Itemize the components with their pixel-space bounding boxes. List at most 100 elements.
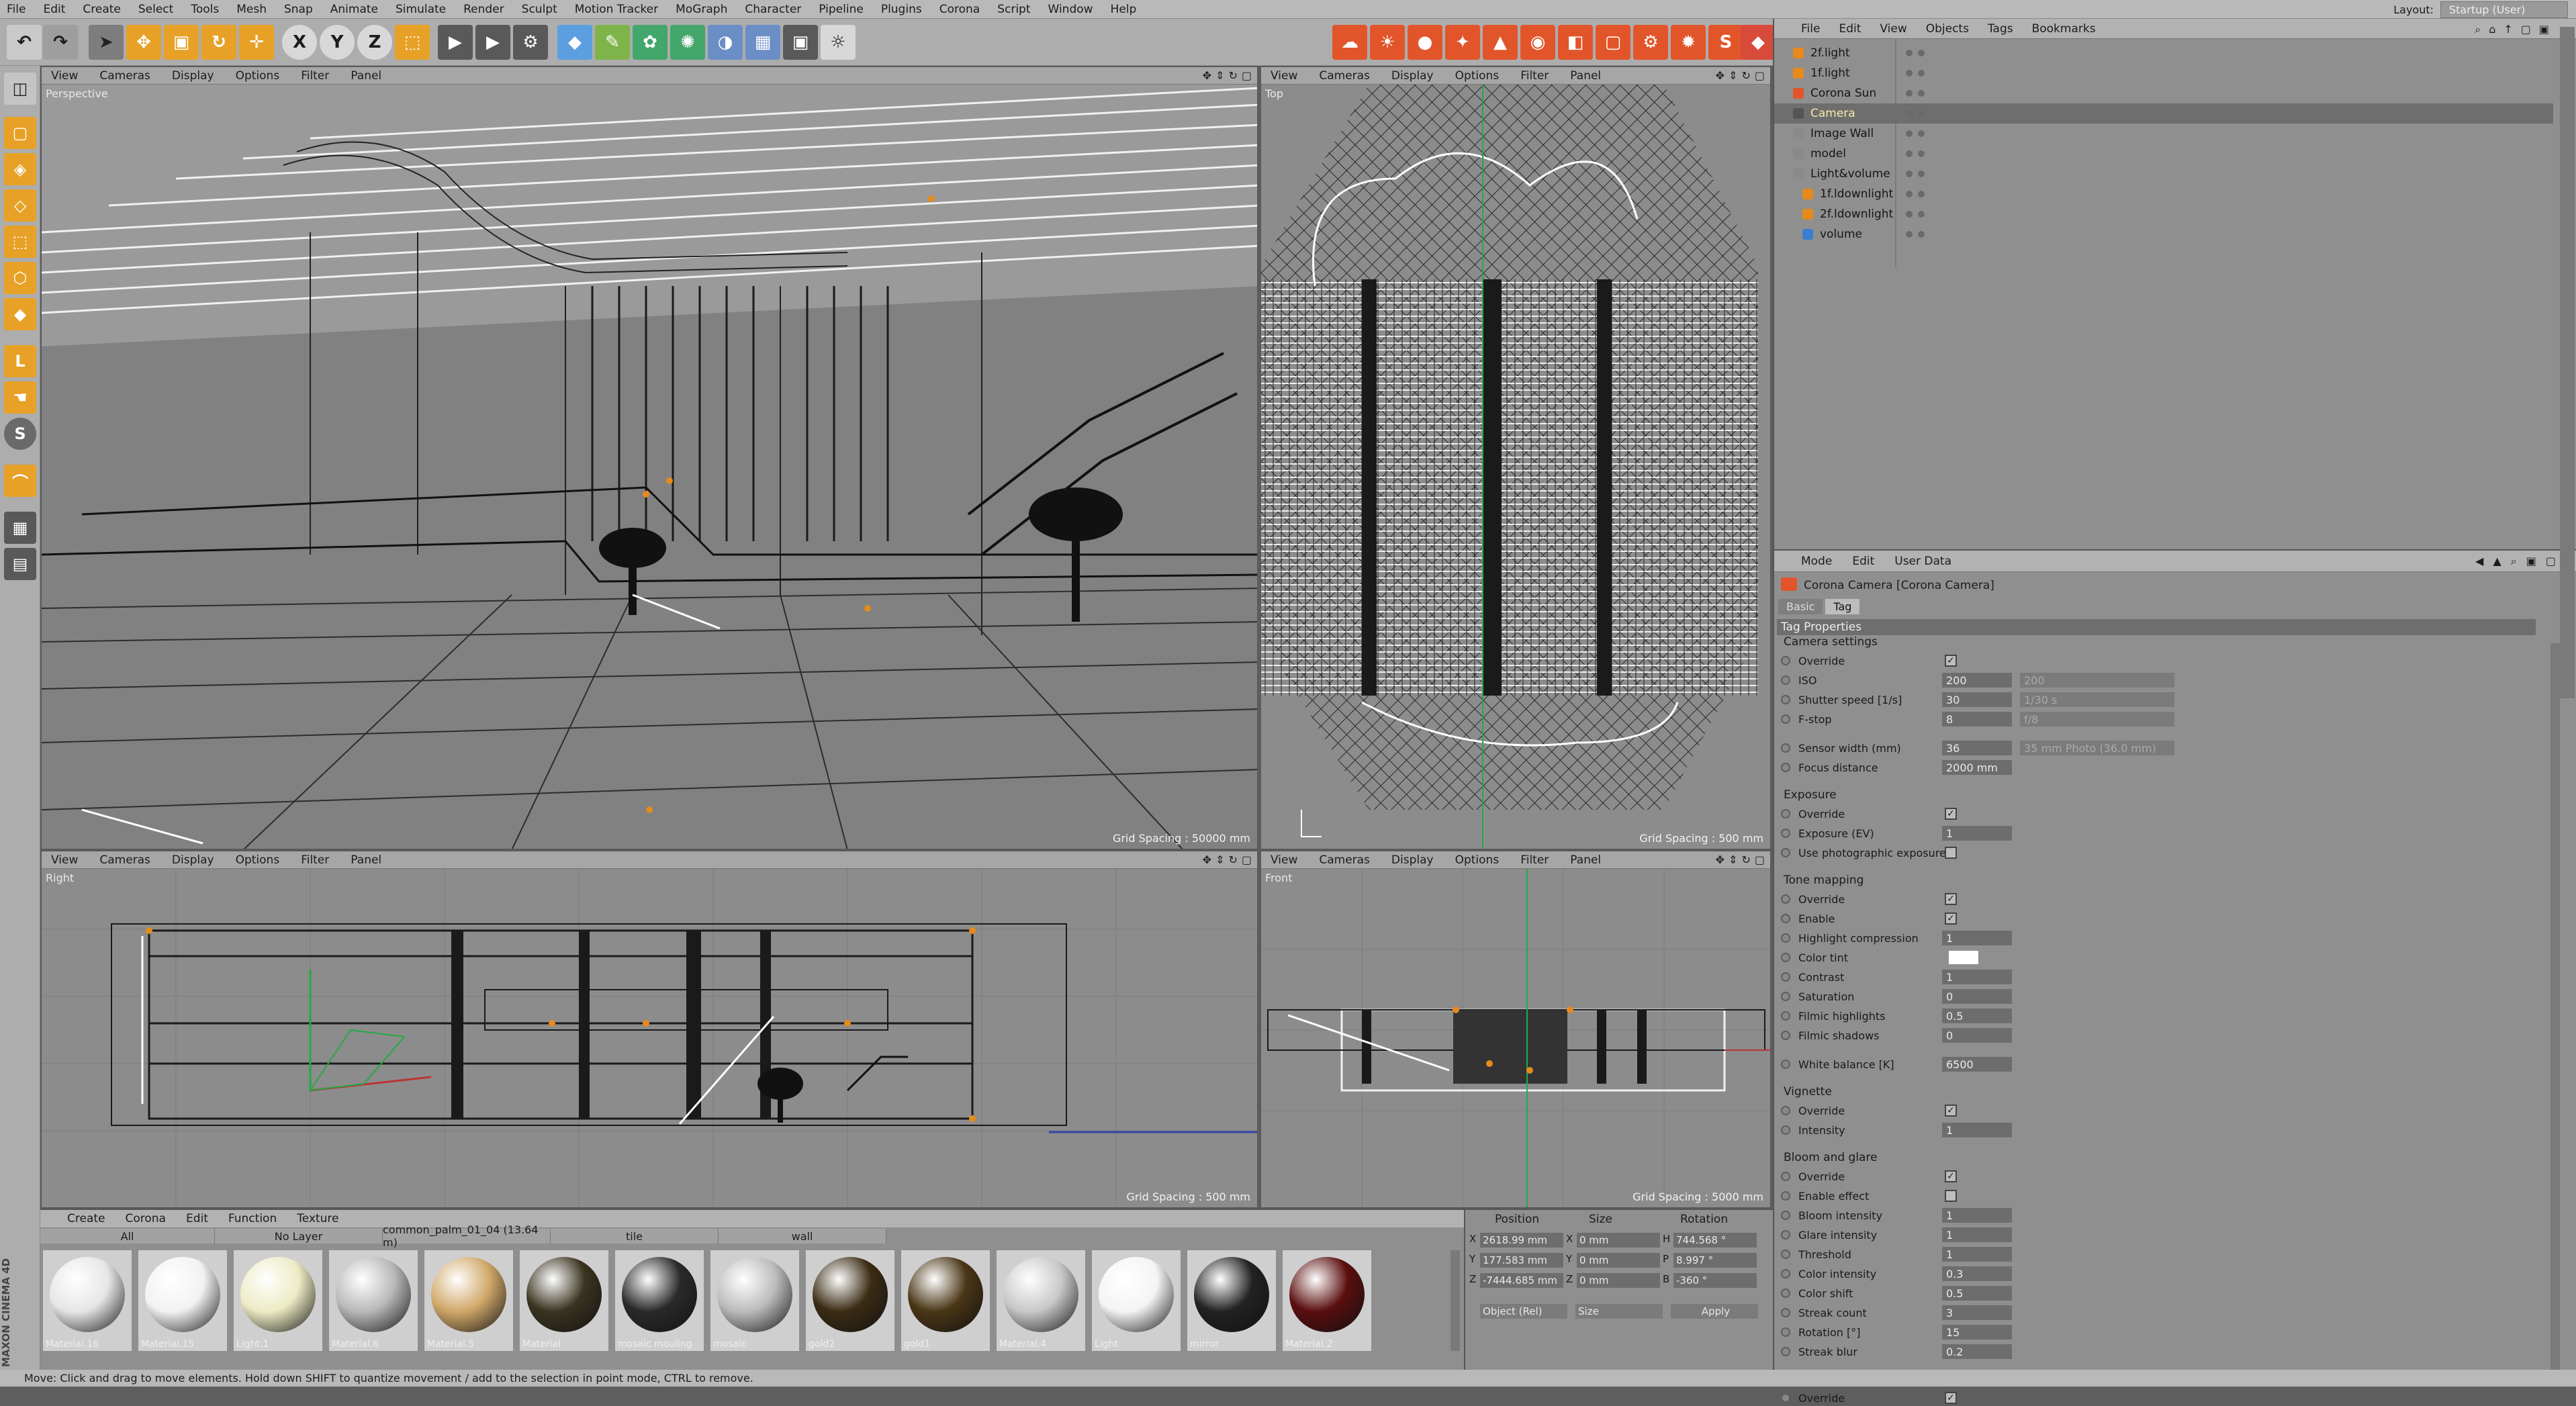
menu-render[interactable]: Render xyxy=(463,3,504,16)
up-icon[interactable]: ▲ xyxy=(2493,555,2501,568)
property-value-field[interactable]: 15 xyxy=(1942,1325,2012,1340)
viewport-menu-cameras[interactable]: Cameras xyxy=(1319,69,1370,83)
pan-icon[interactable]: ✥ xyxy=(1716,69,1724,82)
property-value-field[interactable]: 0.5 xyxy=(1942,1286,2012,1301)
texture-mode-icon[interactable]: ◈ xyxy=(4,153,36,185)
property-dropdown[interactable]: 35 mm Photo (36.0 mm) xyxy=(2020,741,2174,755)
corona-exit-icon[interactable]: ◆ xyxy=(1741,25,1776,60)
material-thumbnail[interactable]: gold2 xyxy=(806,1250,894,1351)
material-thumbnail[interactable]: Light.1 xyxy=(234,1250,322,1351)
corona-s-icon[interactable]: S xyxy=(1708,25,1743,60)
size-mode-dropdown[interactable]: Size xyxy=(1575,1304,1663,1319)
render-dot[interactable] xyxy=(1918,150,1925,157)
property-dropdown[interactable]: f/8 xyxy=(2020,712,2174,727)
animate-radio-icon[interactable] xyxy=(1781,675,1790,685)
viewport-nav[interactable]: ✥ ⇕ ↻ ▢ xyxy=(1716,853,1765,866)
viewport-menu-display[interactable]: Display xyxy=(1391,853,1434,867)
undo-icon[interactable]: ↶ xyxy=(7,25,42,60)
material-name[interactable]: Material.15 xyxy=(141,1339,227,1350)
property-dropdown[interactable]: 200 xyxy=(2020,673,2174,688)
dolly-icon[interactable]: ⇕ xyxy=(1215,853,1224,866)
am-menu-mode[interactable]: Mode xyxy=(1801,555,1832,568)
size-field[interactable]: 0 mm xyxy=(1577,1253,1660,1268)
material-thumbnail[interactable]: Material.5 xyxy=(424,1250,513,1351)
property-value-field[interactable]: 0.2 xyxy=(1942,1344,2012,1359)
dolly-icon[interactable]: ⇕ xyxy=(1215,69,1224,82)
animate-radio-icon[interactable] xyxy=(1781,829,1790,838)
camera-icon[interactable]: ▣ xyxy=(783,25,818,60)
object-row[interactable]: Corona Sun xyxy=(1774,83,2553,103)
animate-radio-icon[interactable] xyxy=(1781,1308,1790,1317)
pen-icon[interactable]: ✎ xyxy=(595,25,630,60)
mm-menu-texture[interactable]: Texture xyxy=(297,1212,338,1225)
animate-radio-icon[interactable] xyxy=(1781,1191,1790,1201)
om-menu-bookmarks[interactable]: Bookmarks xyxy=(2032,22,2096,36)
maximize-icon[interactable]: ▢ xyxy=(1755,853,1765,866)
menu-sculpt[interactable]: Sculpt xyxy=(522,3,557,16)
corona-sun-icon[interactable]: ☀ xyxy=(1370,25,1405,60)
filter-no-layer[interactable]: No Layer xyxy=(215,1229,383,1244)
menu-tools[interactable]: Tools xyxy=(191,3,219,16)
property-value-field[interactable]: 1 xyxy=(1942,970,2012,984)
viewport-menu-display[interactable]: Display xyxy=(1391,69,1434,83)
rotation-field[interactable]: 8.997 ° xyxy=(1673,1253,1757,1268)
material-thumbnail[interactable]: Material.2 xyxy=(1283,1250,1371,1351)
mm-menu-create[interactable]: Create xyxy=(67,1212,105,1225)
property-value-field[interactable]: 0 xyxy=(1942,1028,2012,1043)
size-field[interactable]: 0 mm xyxy=(1577,1273,1660,1288)
om-menu-objects[interactable]: Objects xyxy=(1926,22,1969,36)
front-viewport[interactable]: View Cameras Display Options Filter Pane… xyxy=(1260,850,1772,1209)
property-value-field[interactable]: 36 xyxy=(1942,741,2012,755)
object-name[interactable]: Camera xyxy=(1810,107,1855,120)
right-viewport[interactable]: View Cameras Display Options Filter Pane… xyxy=(40,850,1258,1209)
animate-radio-icon[interactable] xyxy=(1781,1211,1790,1220)
x-axis-icon[interactable]: X xyxy=(282,25,317,60)
size-field[interactable]: 0 mm xyxy=(1577,1233,1660,1248)
live-select-icon[interactable]: ✛ xyxy=(239,25,274,60)
search-icon[interactable]: ⌕ xyxy=(2475,23,2481,36)
animate-radio-icon[interactable] xyxy=(1781,953,1790,962)
workplane-mode-icon[interactable]: ◇ xyxy=(4,189,36,222)
position-field[interactable]: -7444.685 mm xyxy=(1480,1273,1563,1288)
om-menu-view[interactable]: View xyxy=(1880,22,1906,36)
workplane-icon[interactable]: ▦ xyxy=(4,512,36,544)
property-value-field[interactable]: 30 xyxy=(1942,692,2012,707)
visibility-dot[interactable] xyxy=(1906,171,1913,177)
property-checkbox[interactable]: ✓ xyxy=(1945,1170,1957,1182)
y-axis-icon[interactable]: Y xyxy=(320,25,355,60)
render-view-icon[interactable]: ▶ xyxy=(438,25,473,60)
material-thumbnail[interactable]: mirror xyxy=(1187,1250,1276,1351)
render-dot[interactable] xyxy=(1918,70,1925,77)
viewport-menu-view[interactable]: View xyxy=(1271,853,1297,867)
viewport-menu-display[interactable]: Display xyxy=(172,69,214,83)
visibility-dot[interactable] xyxy=(1906,70,1913,77)
rotation-field[interactable]: 744.568 ° xyxy=(1673,1233,1757,1248)
property-value-field[interactable]: 2000 mm xyxy=(1942,760,2012,775)
property-value-field[interactable]: 8 xyxy=(1942,712,2012,727)
object-row[interactable]: Image Wall xyxy=(1774,124,2553,144)
material-name[interactable]: Material xyxy=(522,1339,608,1350)
snap-icon[interactable]: ⌒ xyxy=(4,465,36,497)
filter-all[interactable]: All xyxy=(40,1229,215,1244)
menu-pipeline[interactable]: Pipeline xyxy=(819,3,864,16)
visibility-dot[interactable] xyxy=(1906,130,1913,137)
model-mode-icon[interactable]: ▢ xyxy=(4,117,36,149)
property-checkbox[interactable]: ✓ xyxy=(1945,912,1957,925)
object-name[interactable]: 2f.ldownlight xyxy=(1820,207,1893,221)
orbit-icon[interactable]: ↻ xyxy=(1741,853,1750,866)
visibility-dot[interactable] xyxy=(1906,150,1913,157)
viewport-menu-options[interactable]: Options xyxy=(1455,69,1500,83)
viewport-menu-view[interactable]: View xyxy=(51,853,78,867)
animate-radio-icon[interactable] xyxy=(1781,1060,1790,1069)
viewport-menu-options[interactable]: Options xyxy=(236,69,280,83)
corona-render-icon[interactable]: ☁ xyxy=(1332,25,1367,60)
maximize-icon[interactable]: ▢ xyxy=(1242,69,1252,82)
property-value-field[interactable]: 1 xyxy=(1942,1123,2012,1137)
render-dot[interactable] xyxy=(1918,211,1925,218)
object-row[interactable]: volume xyxy=(1774,224,2553,244)
material-name[interactable]: mirror xyxy=(1190,1339,1276,1350)
menu-mesh[interactable]: Mesh xyxy=(236,3,267,16)
maximize-icon[interactable]: ▢ xyxy=(1242,853,1252,866)
render-dot[interactable] xyxy=(1918,191,1925,197)
property-checkbox[interactable]: ✓ xyxy=(1945,808,1957,820)
